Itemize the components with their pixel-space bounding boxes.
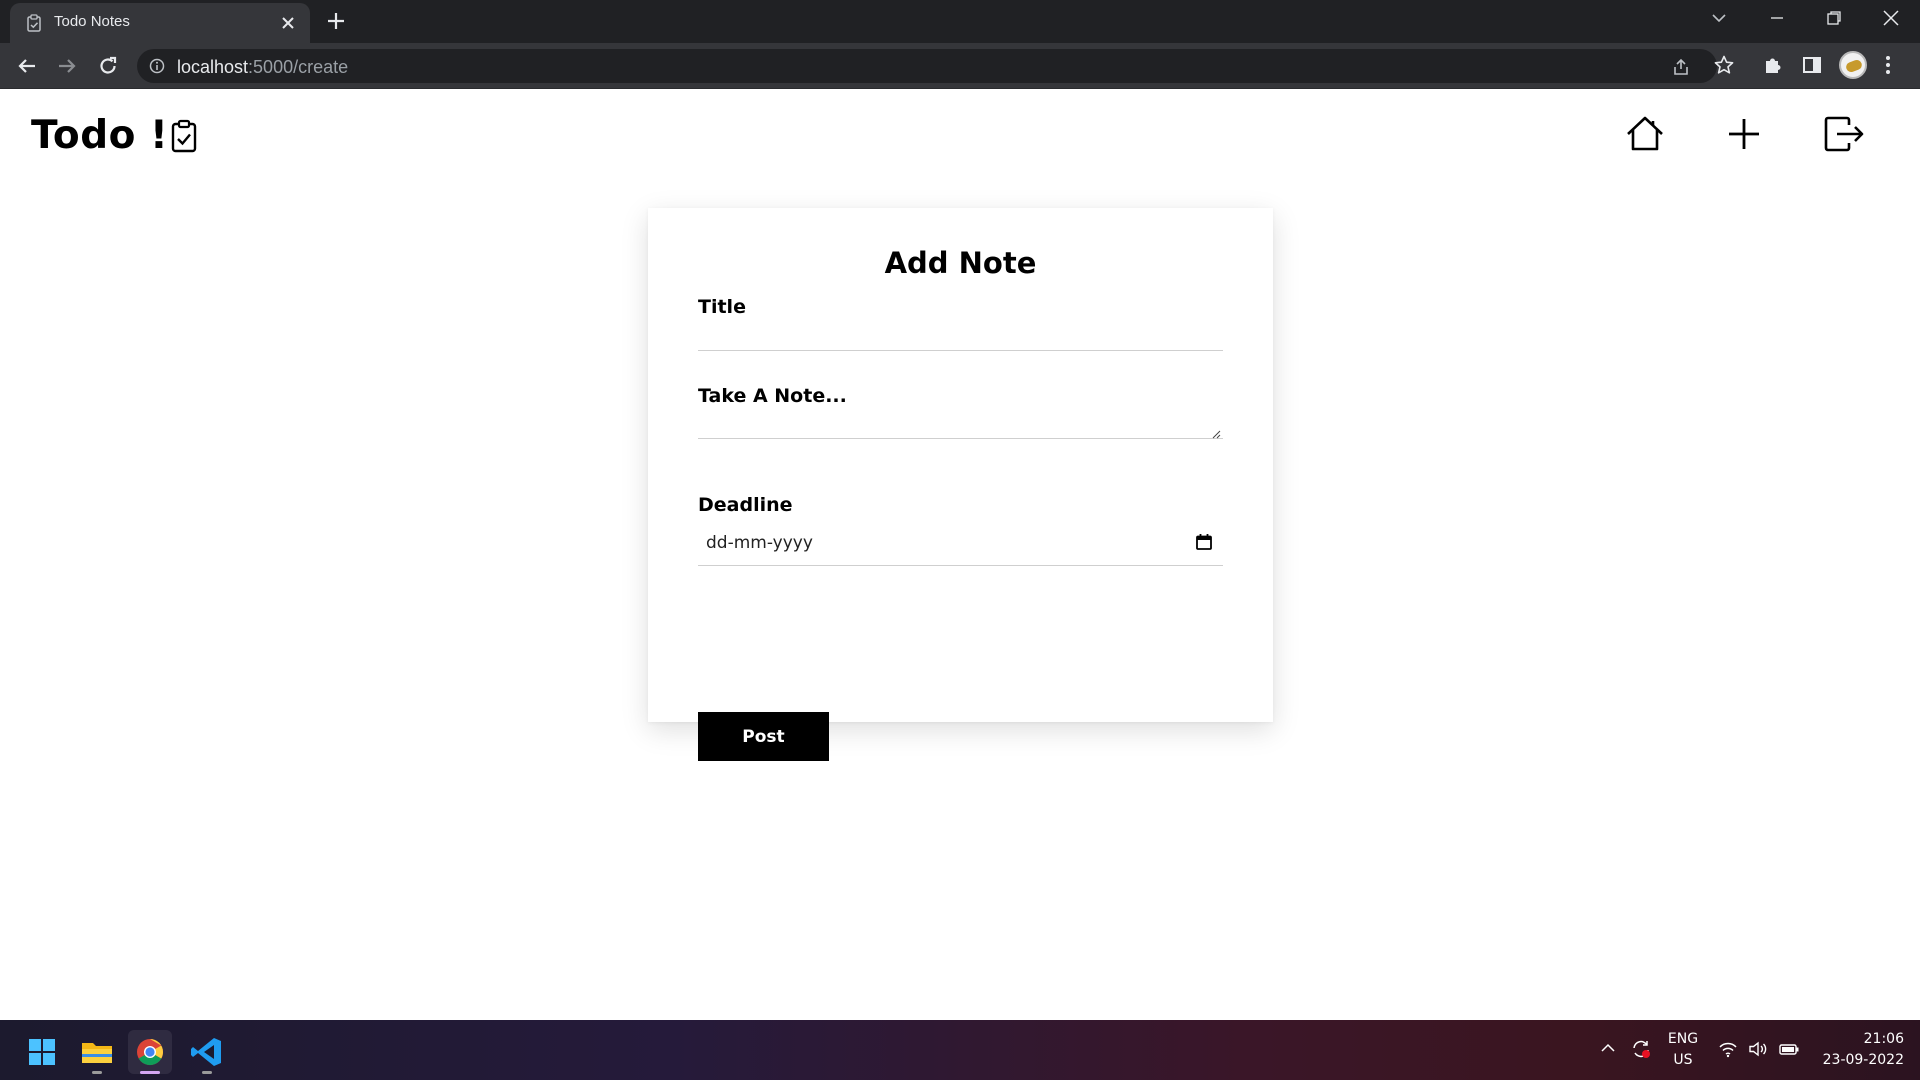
reload-icon[interactable]: [97, 55, 119, 77]
form-heading: Add Note: [884, 246, 1037, 280]
page-content: Todo ! Add Note Title Take A Note... Dea…: [0, 89, 1920, 1020]
volume-icon[interactable]: [1748, 1040, 1768, 1058]
windows-taskbar: ENG US 21:06 23-09-2022: [0, 1020, 1920, 1080]
file-explorer-icon[interactable]: [75, 1030, 119, 1074]
bookmark-star-icon[interactable]: [1713, 54, 1735, 76]
title-input[interactable]: [698, 307, 1223, 351]
url-text: localhost:5000/create: [177, 57, 348, 78]
url-path: :5000/create: [248, 57, 349, 77]
battery-icon[interactable]: [1778, 1040, 1800, 1058]
brand-title: Todo !: [31, 113, 169, 158]
clock-time[interactable]: 21:06: [1850, 1031, 1904, 1047]
sync-icon[interactable]: [1630, 1038, 1652, 1060]
share-icon[interactable]: [1671, 57, 1691, 77]
side-panel-icon[interactable]: [1801, 54, 1823, 76]
deadline-date-input[interactable]: dd-mm-yyyy: [698, 523, 1223, 566]
add-note-plus-icon[interactable]: [1725, 115, 1763, 153]
input-region: US: [1673, 1052, 1693, 1068]
active-indicator: [140, 1071, 160, 1074]
date-placeholder: dd-mm-yyyy: [706, 533, 813, 553]
add-note-form: Add Note Title Take A Note... Deadline d…: [648, 208, 1273, 761]
note-textarea[interactable]: [698, 398, 1223, 439]
post-button[interactable]: Post: [698, 712, 829, 761]
home-icon[interactable]: [1625, 115, 1665, 153]
new-tab-icon[interactable]: [326, 11, 346, 31]
brand-logo[interactable]: Todo !: [31, 113, 198, 158]
browser-toolbar: localhost:5000/create: [0, 43, 1920, 89]
site-info-icon[interactable]: [149, 58, 165, 74]
clipboard-check-icon: [26, 14, 42, 32]
browser-tab[interactable]: Todo Notes: [10, 3, 310, 43]
running-indicator: [202, 1071, 212, 1074]
deadline-label: Deadline: [698, 494, 793, 516]
chevron-up-icon[interactable]: [1600, 1040, 1616, 1056]
restore-icon[interactable]: [1825, 9, 1843, 27]
clock-date: 23-09-2022: [1822, 1052, 1904, 1068]
minimize-icon[interactable]: [1768, 9, 1786, 27]
running-indicator: [92, 1071, 102, 1074]
browser-menu-icon[interactable]: [1884, 54, 1892, 76]
resize-grip-icon[interactable]: [1211, 429, 1221, 439]
address-bar[interactable]: localhost:5000/create: [137, 49, 1717, 83]
wifi-icon[interactable]: [1718, 1040, 1738, 1058]
profile-avatar[interactable]: [1839, 51, 1867, 79]
input-language[interactable]: ENG: [1664, 1031, 1702, 1047]
clipboard-check-icon: [170, 119, 198, 153]
calendar-icon[interactable]: [1195, 533, 1213, 551]
close-window-icon[interactable]: [1882, 9, 1900, 27]
close-tab-icon[interactable]: [280, 15, 296, 31]
tab-title: Todo Notes: [54, 13, 130, 30]
tab-search-chevron-icon[interactable]: [1710, 9, 1728, 27]
extensions-puzzle-icon[interactable]: [1762, 54, 1784, 76]
chrome-icon[interactable]: [128, 1030, 172, 1074]
start-button[interactable]: [20, 1030, 64, 1074]
logout-icon[interactable]: [1823, 115, 1865, 153]
browser-tab-strip: Todo Notes: [0, 0, 1920, 43]
back-arrow-icon[interactable]: [16, 55, 38, 77]
forward-arrow-icon[interactable]: [56, 55, 78, 77]
vscode-icon[interactable]: [185, 1030, 229, 1074]
url-host: localhost: [177, 57, 249, 77]
